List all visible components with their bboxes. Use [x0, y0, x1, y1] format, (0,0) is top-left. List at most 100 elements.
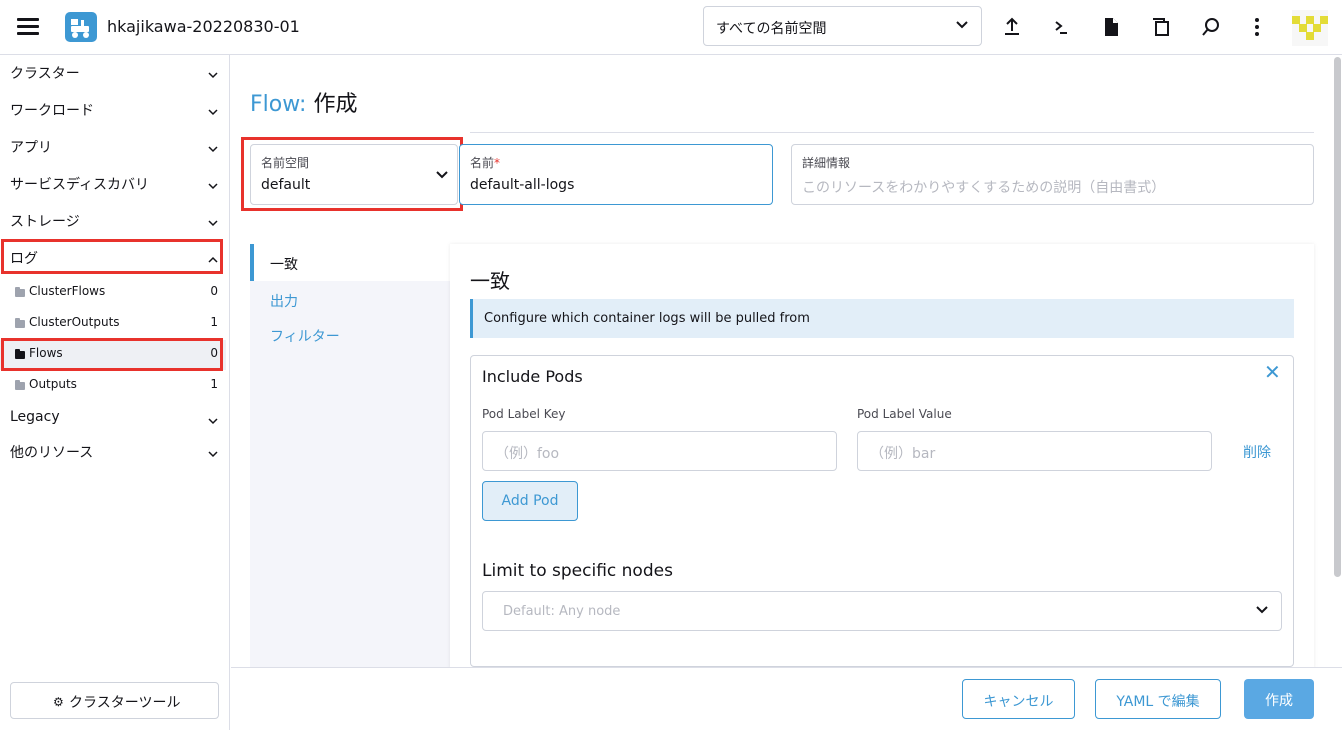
- folder-icon: [15, 380, 25, 390]
- page-title-action: 作成: [313, 92, 358, 117]
- sidebar-group-apps[interactable]: アプリ: [0, 129, 226, 163]
- sidebar-group-storage[interactable]: ストレージ: [0, 203, 226, 237]
- pod-label-key-label: Pod Label Key: [482, 407, 566, 421]
- tab-label: 一致: [270, 257, 298, 273]
- more-options-icon[interactable]: [1246, 16, 1268, 38]
- cancel-button[interactable]: キャンセル: [962, 679, 1075, 719]
- sidebar-item-count: 0: [210, 284, 218, 298]
- tab-label: フィルター: [270, 329, 340, 345]
- sidebar-group-label: ストレージ: [10, 214, 80, 230]
- edit-yaml-button[interactable]: YAML で編集: [1095, 679, 1221, 719]
- info-banner: Configure which container logs will be p…: [470, 299, 1294, 338]
- sidebar-item-count: 0: [210, 346, 218, 360]
- sidebar-group-label: サービスディスカバリ: [10, 177, 150, 193]
- node-select-placeholder: Default: Any node: [503, 604, 621, 619]
- sidebar-group-more-resources[interactable]: 他のリソース: [0, 434, 226, 468]
- sidebar-group-label: アプリ: [10, 140, 52, 156]
- close-icon[interactable]: ✕: [1264, 360, 1281, 384]
- add-pod-button[interactable]: Add Pod: [482, 481, 578, 521]
- sidebar-item-label: Flows: [29, 346, 63, 360]
- chevron-down-icon: [208, 104, 218, 120]
- pod-label-key-input[interactable]: （例）foo: [482, 431, 837, 471]
- description-field[interactable]: 詳細情報 このリソースをわかりやすくするための説明（自由書式）: [791, 144, 1314, 205]
- copy-kubeconfig-icon[interactable]: [1150, 16, 1172, 38]
- user-avatar[interactable]: [1292, 10, 1328, 46]
- sidebar-group-label: ログ: [10, 251, 38, 267]
- namespace-filter-value: すべての名前空間: [716, 21, 827, 37]
- page-title: Flow: 作成: [250, 86, 357, 118]
- sidebar-item-label: ClusterFlows: [29, 284, 106, 298]
- chevron-down-icon: [435, 169, 449, 185]
- folder-icon: [15, 287, 25, 297]
- tab-filters[interactable]: フィルター: [250, 316, 450, 353]
- sidebar-group-workload[interactable]: ワークロード: [0, 92, 226, 126]
- page-title-resource[interactable]: Flow:: [250, 92, 306, 117]
- name-label-text: 名前: [470, 156, 495, 170]
- tab-match[interactable]: 一致: [250, 244, 450, 281]
- gear-icon: ⚙: [53, 695, 64, 709]
- chevron-down-icon: [208, 141, 218, 157]
- info-banner-text: Configure which container logs will be p…: [484, 311, 810, 326]
- tab-outputs[interactable]: 出力: [250, 281, 450, 318]
- chevron-down-icon: [955, 17, 969, 35]
- sidebar-group-legacy[interactable]: Legacy: [0, 401, 226, 435]
- sidebar-group-label: Legacy: [10, 409, 60, 425]
- folder-icon: [15, 318, 25, 328]
- sidebar-item-clusteroutputs[interactable]: ClusterOutputs 1: [0, 309, 226, 339]
- name-label: 名前*: [470, 154, 500, 171]
- cancel-label: キャンセル: [983, 694, 1054, 710]
- include-pods-title: Include Pods: [482, 367, 583, 386]
- kubeconfig-file-icon[interactable]: [1100, 16, 1122, 38]
- sidebar-group-cluster[interactable]: クラスター: [0, 55, 226, 89]
- sidebar-item-label: ClusterOutputs: [29, 315, 120, 329]
- kubectl-shell-icon[interactable]: [1051, 16, 1073, 38]
- pod-label-value-placeholder: （例）bar: [870, 446, 936, 462]
- sidebar-group-logging[interactable]: ログ: [0, 240, 226, 274]
- sidebar-item-count: 1: [210, 377, 218, 391]
- top-header: hkajikawa-20220830-01 すべての名前空間: [0, 0, 1342, 55]
- namespace-filter-select[interactable]: すべての名前空間: [703, 6, 982, 46]
- create-button[interactable]: 作成: [1244, 679, 1314, 719]
- chevron-up-icon: [208, 252, 218, 268]
- chevron-down-icon: [208, 67, 218, 83]
- sidebar-item-clusterflows[interactable]: ClusterFlows 0: [0, 278, 226, 308]
- chevron-down-icon: [208, 215, 218, 231]
- name-field[interactable]: 名前* default-all-logs: [459, 144, 773, 205]
- limit-nodes-title: Limit to specific nodes: [482, 561, 673, 581]
- cluster-name: hkajikawa-20220830-01: [107, 17, 300, 36]
- scrollbar[interactable]: [1334, 57, 1341, 577]
- namespace-select[interactable]: 名前空間 default: [250, 144, 458, 205]
- search-icon[interactable]: [1200, 16, 1222, 38]
- chevron-down-icon: [208, 178, 218, 194]
- import-yaml-icon[interactable]: [1001, 16, 1023, 38]
- sidebar-item-count: 1: [210, 315, 218, 329]
- node-select[interactable]: Default: Any node: [482, 591, 1282, 631]
- cluster-tools-button[interactable]: ⚙ クラスターツール: [10, 682, 219, 719]
- description-label: 詳細情報: [802, 156, 851, 170]
- pod-label-value-input[interactable]: （例）bar: [857, 431, 1212, 471]
- sidebar-item-outputs[interactable]: Outputs 1: [0, 371, 226, 401]
- folder-icon: [15, 349, 25, 359]
- cluster-tools-label: クラスターツール: [69, 695, 181, 711]
- remove-button[interactable]: 削除: [1243, 442, 1271, 462]
- menu-icon[interactable]: [17, 18, 39, 36]
- edit-yaml-label: YAML で編集: [1116, 694, 1200, 710]
- create-label: 作成: [1265, 693, 1293, 709]
- cluster-logo-icon: [65, 12, 97, 42]
- name-value: default-all-logs: [470, 177, 575, 193]
- sidebar-group-service-discovery[interactable]: サービスディスカバリ: [0, 166, 226, 200]
- sidebar-item-flows[interactable]: Flows 0: [0, 340, 226, 370]
- sidebar-group-label: クラスター: [10, 66, 80, 82]
- tab-label: 出力: [270, 294, 298, 310]
- chevron-down-icon: [208, 446, 218, 462]
- chevron-down-icon: [208, 413, 218, 429]
- sidebar-group-label: 他のリソース: [10, 445, 94, 461]
- namespace-label: 名前空間: [261, 156, 310, 170]
- section-title: 一致: [470, 269, 510, 293]
- add-pod-label: Add Pod: [501, 493, 559, 509]
- required-mark: *: [494, 156, 501, 170]
- sidebar-item-label: Outputs: [29, 377, 77, 391]
- sidebar-group-label: ワークロード: [10, 103, 94, 119]
- namespace-value: default: [261, 177, 311, 193]
- pod-label-value-label: Pod Label Value: [857, 407, 952, 421]
